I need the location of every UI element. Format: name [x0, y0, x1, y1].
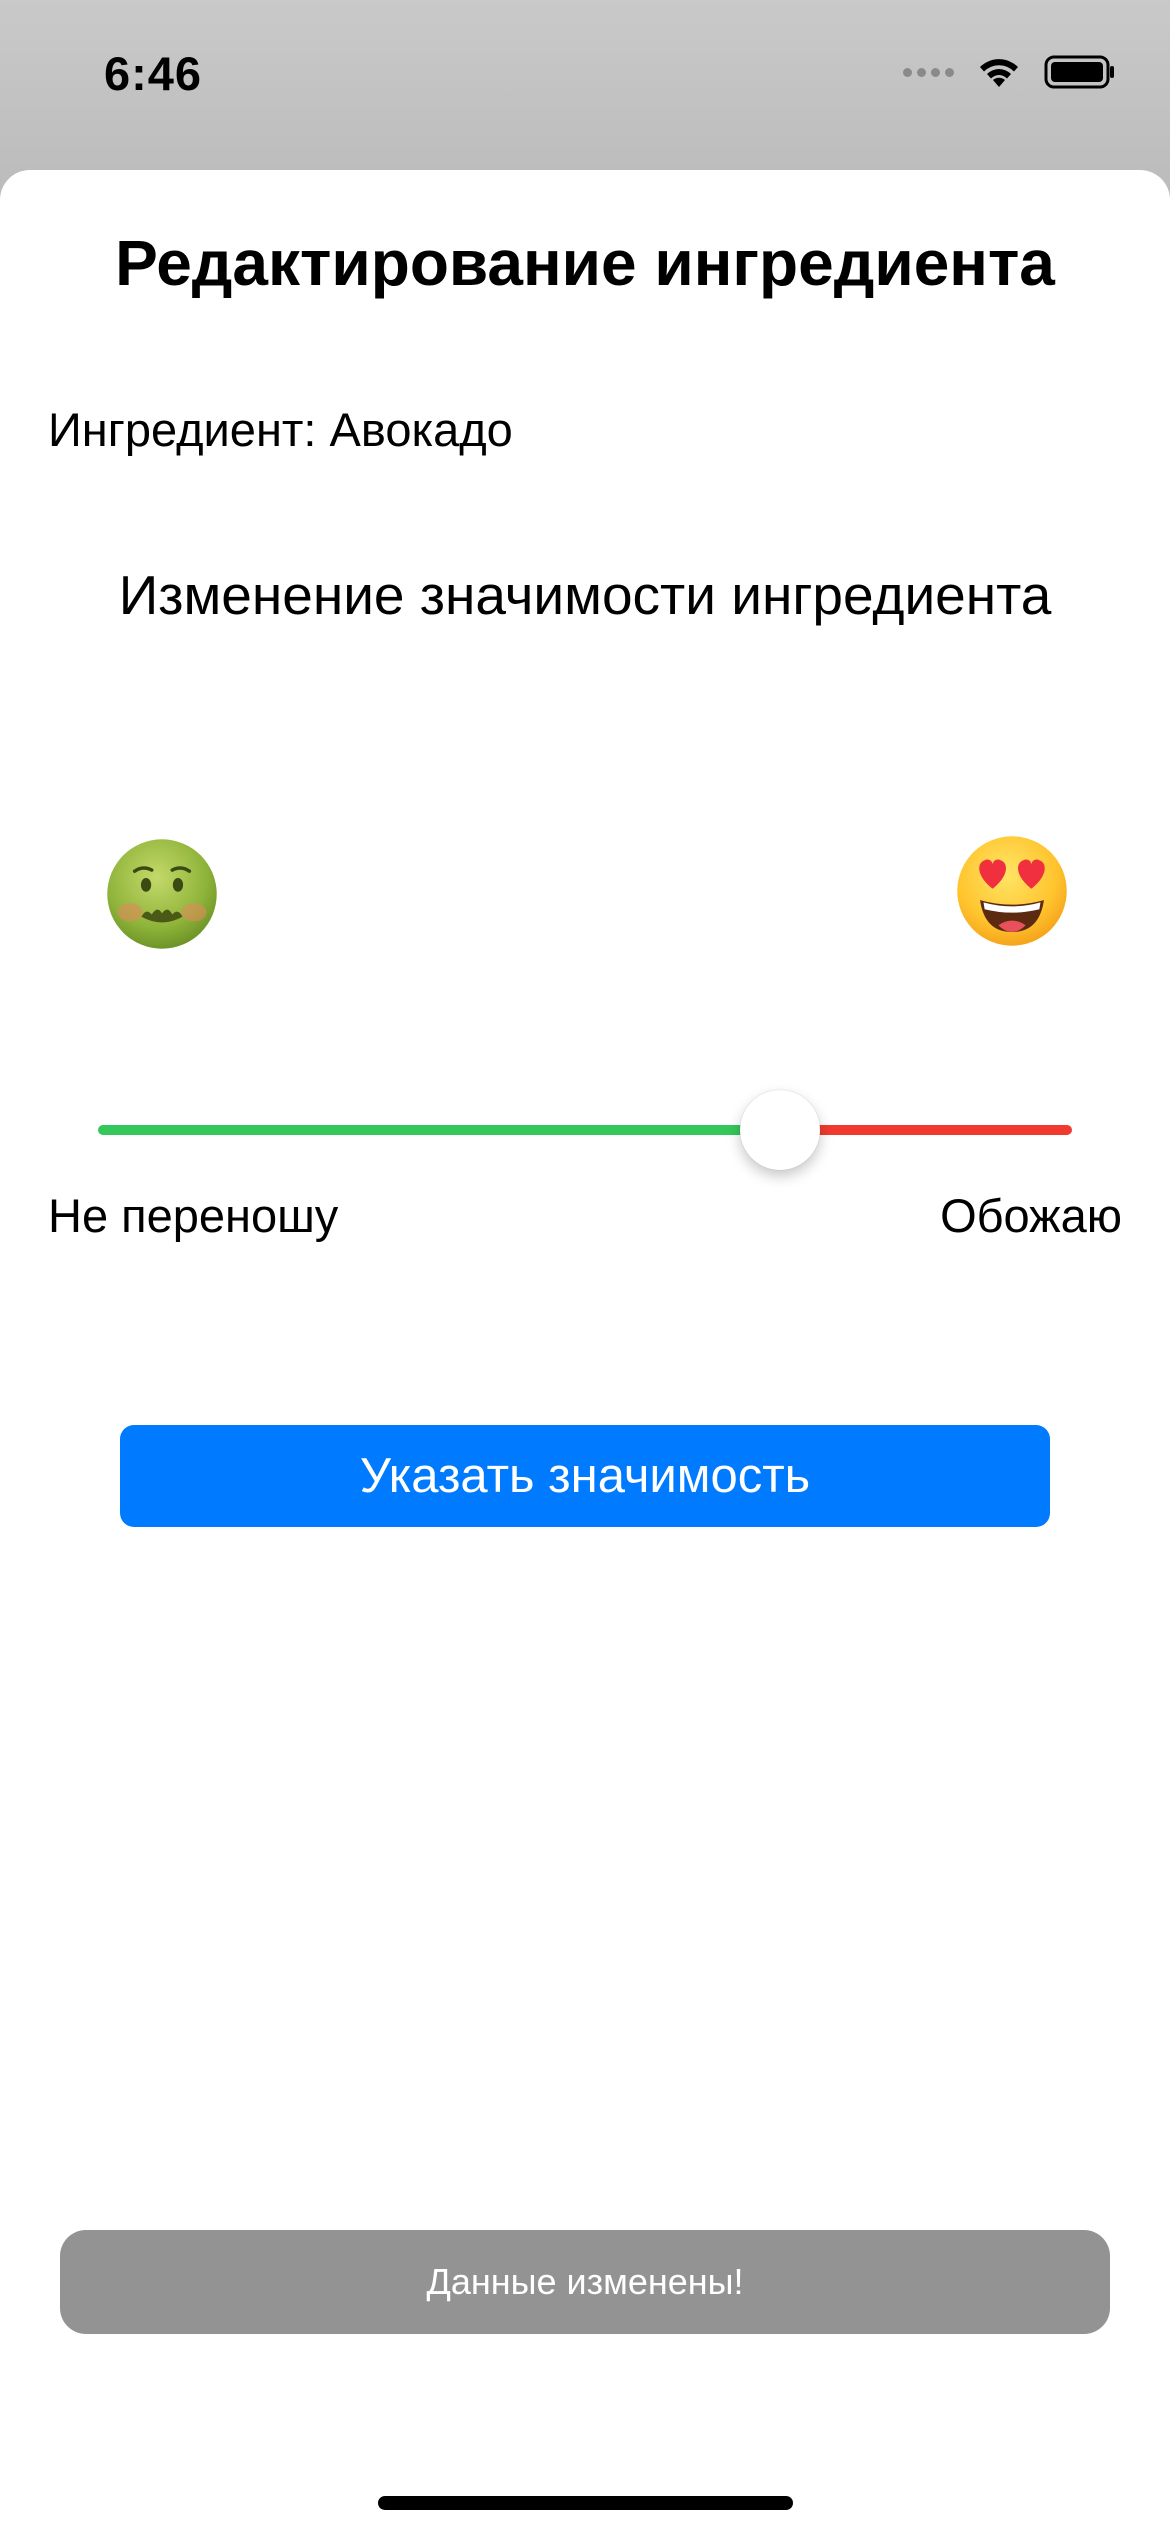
page-title: Редактирование ингредиента [115, 227, 1055, 299]
heart-eyes-face-icon [957, 836, 1067, 946]
ingredient-name: Ингредиент: Авокадо [48, 403, 513, 456]
battery-icon [1044, 55, 1114, 89]
slider-min-track [98, 1125, 780, 1135]
nauseated-face-icon [107, 839, 217, 949]
slider-min-label: Не переношу [48, 1189, 339, 1242]
slider-thumb[interactable] [740, 1090, 820, 1170]
signal-dots-icon [903, 67, 954, 77]
slider-max-label: Обожаю [940, 1189, 1122, 1242]
wifi-icon [980, 59, 1018, 87]
home-indicator[interactable] [378, 2496, 793, 2510]
set-importance-button[interactable]: Указать значимость [120, 1425, 1050, 1527]
importance-slider[interactable] [98, 1090, 1072, 1170]
status-icons [903, 52, 1116, 92]
section-subtitle: Изменение значимости ингредиента [118, 564, 1052, 626]
app-screen: 6:46 Редактирование ингредиента Ингредие… [0, 0, 1170, 2532]
status-time: 6:46 [104, 47, 203, 100]
edit-ingredient-sheet: Редактирование ингредиента Ингредиент: А… [0, 170, 1170, 2532]
slider-max-track [780, 1125, 1072, 1135]
toast-notification: Данные изменены! [60, 2230, 1110, 2334]
